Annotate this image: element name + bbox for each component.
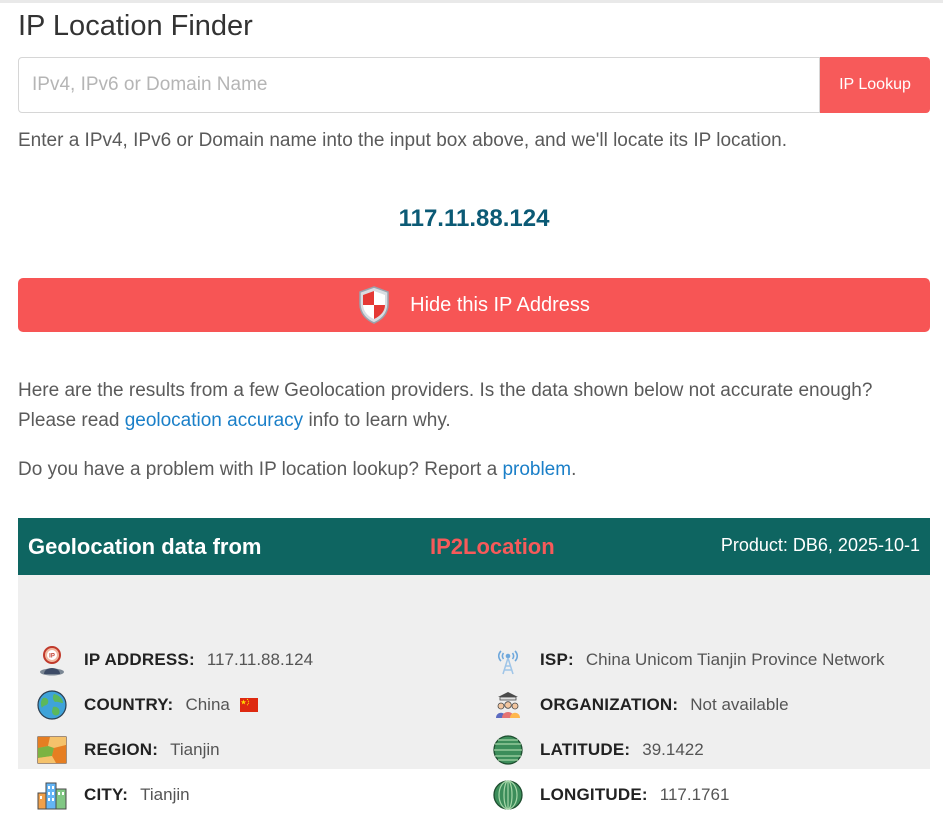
isp-row: ISP: China Unicom Tianjin Province Netwo… bbox=[492, 643, 884, 677]
organization-label: ORGANIZATION: bbox=[540, 695, 679, 714]
search-row: IP Lookup bbox=[18, 57, 930, 113]
city-buildings-icon bbox=[36, 779, 68, 811]
problem-end: . bbox=[571, 459, 577, 480]
shield-icon bbox=[358, 286, 390, 324]
problem-text: Do you have a problem with IP location l… bbox=[18, 459, 503, 480]
map-icon bbox=[36, 734, 68, 766]
table-body: IP IP ADDRESS: 117.11.88.124 COUNTRY: Ch… bbox=[18, 575, 930, 810]
provider-name: IP2Location bbox=[430, 534, 555, 559]
region-label: REGION: bbox=[84, 740, 159, 759]
country-label: COUNTRY: bbox=[84, 695, 174, 714]
provider-heading: Geolocation data from bbox=[28, 534, 262, 559]
ip-address-row: IP IP ADDRESS: 117.11.88.124 bbox=[36, 643, 313, 677]
organization-people-icon bbox=[492, 689, 524, 721]
report-problem-link[interactable]: problem bbox=[502, 459, 571, 480]
top-border bbox=[0, 0, 943, 3]
current-ip-display: 117.11.88.124 bbox=[398, 205, 550, 232]
longitude-label: LONGITUDE: bbox=[540, 785, 648, 804]
latitude-label: LATITUDE: bbox=[540, 740, 631, 759]
ip-lookup-button[interactable]: IP Lookup bbox=[820, 57, 930, 113]
ip-search-input[interactable] bbox=[18, 57, 820, 113]
china-flag-icon bbox=[239, 698, 258, 712]
problem-report: Do you have a problem with IP location l… bbox=[18, 455, 576, 485]
city-label: CITY: bbox=[84, 785, 129, 804]
search-hint: Enter a IPv4, IPv6 or Domain name into t… bbox=[18, 130, 787, 151]
city-row: CITY: Tianjin bbox=[36, 778, 190, 812]
table-header: Geolocation data from IP2Location Produc… bbox=[18, 518, 930, 575]
results-intro: Here are the results from a few Geolocat… bbox=[18, 376, 930, 436]
antenna-tower-icon bbox=[492, 644, 524, 676]
geolocation-accuracy-link[interactable]: geolocation accuracy bbox=[125, 410, 304, 431]
globe-icon bbox=[36, 689, 68, 721]
page-title: IP Location Finder bbox=[18, 10, 253, 42]
latitude-globe-icon bbox=[492, 734, 524, 766]
longitude-globe-icon bbox=[492, 779, 524, 811]
isp-label: ISP: bbox=[540, 650, 574, 669]
hide-ip-label: Hide this IP Address bbox=[410, 293, 590, 316]
hide-ip-button[interactable]: Hide this IP Address bbox=[18, 278, 930, 332]
ip-pin-person-icon: IP bbox=[36, 644, 68, 676]
region-row: REGION: Tianjin bbox=[36, 733, 220, 767]
product-info: Product: DB6, 2025-10-1 bbox=[720, 535, 920, 555]
ip-address-value: 117.11.88.124 bbox=[206, 650, 314, 669]
country-row: COUNTRY: China bbox=[36, 688, 258, 722]
country-value: China bbox=[185, 695, 230, 714]
geolocation-table: Geolocation data from IP2Location Produc… bbox=[18, 518, 930, 810]
organization-value: Not available bbox=[690, 695, 789, 714]
organization-row: ORGANIZATION: Not available bbox=[492, 688, 789, 722]
results-text-b: info to learn why. bbox=[303, 410, 451, 431]
isp-value: China Unicom Tianjin Province Network bbox=[585, 650, 885, 669]
city-value: Tianjin bbox=[140, 785, 190, 804]
ip-address-label: IP ADDRESS: bbox=[84, 650, 195, 669]
region-value: Tianjin bbox=[170, 740, 220, 759]
latitude-value: 39.1422 bbox=[642, 740, 704, 759]
latitude-row: LATITUDE: 39.1422 bbox=[492, 733, 704, 767]
svg-text:IP: IP bbox=[49, 654, 55, 660]
longitude-value: 117.1761 bbox=[659, 785, 730, 804]
longitude-row: LONGITUDE: 117.1761 bbox=[492, 778, 729, 812]
